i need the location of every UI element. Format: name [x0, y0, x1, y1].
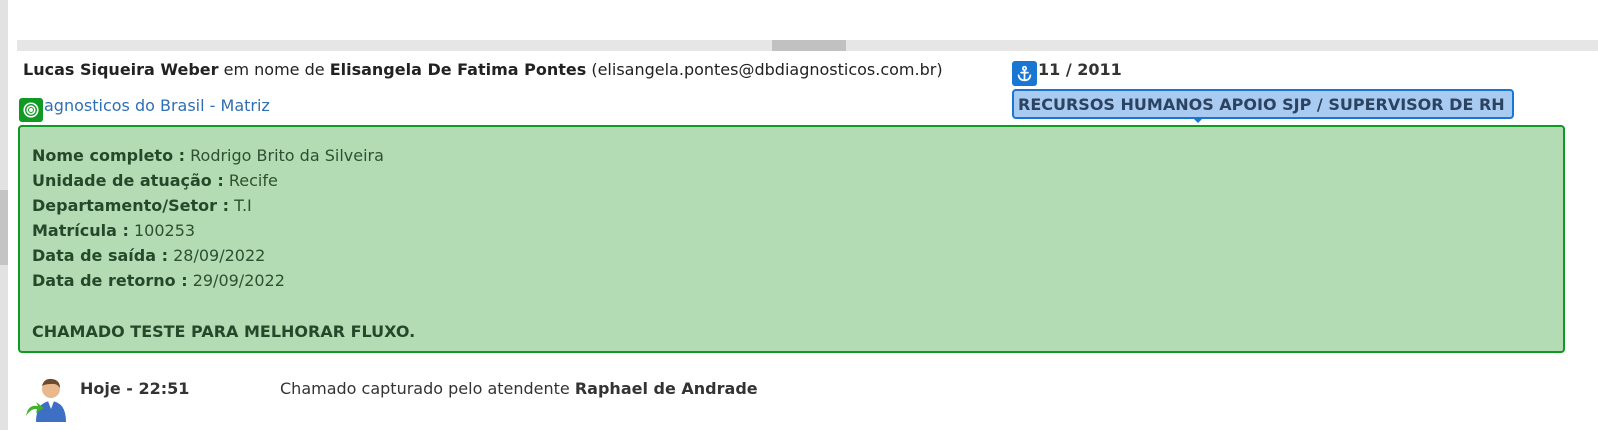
ticket-details-box: Nome completo : Rodrigo Brito da Silveir… [18, 125, 1565, 353]
vertical-scrollbar-thumb[interactable] [0, 190, 8, 265]
detail-departure-date: Data de saída : 28/09/2022 [32, 243, 1551, 268]
detail-label: Unidade de atuação : [32, 171, 224, 190]
beneficiary-email: (elisangela.pontes@dbdiagnosticos.com.br… [591, 60, 943, 79]
beneficiary-name: Elisangela De Fatima Pontes [329, 60, 587, 79]
detail-label: Matrícula : [32, 221, 129, 240]
detail-value: Rodrigo Brito da Silveira [190, 146, 384, 165]
event-description: Chamado capturado pelo atendente [280, 379, 570, 398]
horizontal-scrollbar[interactable] [17, 40, 1598, 51]
user-transfer-icon [24, 376, 70, 422]
detail-value: T.I [234, 196, 252, 215]
detail-value: 29/09/2022 [192, 271, 285, 290]
ticket-date: 11 / 2011 [1038, 60, 1122, 79]
on-behalf-label: em nome de [223, 60, 325, 79]
vertical-scrollbar[interactable] [0, 0, 8, 430]
detail-registration: Matrícula : 100253 [32, 218, 1551, 243]
detail-label: Nome completo : [32, 146, 186, 165]
detail-value: Recife [228, 171, 278, 190]
requester-line: Lucas Siqueira Weber em nome de Elisange… [23, 60, 943, 79]
detail-return-date: Data de retorno : 29/09/2022 [32, 268, 1551, 293]
horizontal-scrollbar-thumb[interactable] [772, 40, 846, 51]
requester-name: Lucas Siqueira Weber [23, 60, 219, 79]
detail-department: Departamento/Setor : T.I [32, 193, 1551, 218]
department-badge-pointer [1192, 117, 1204, 123]
detail-value: 100253 [133, 221, 196, 240]
detail-spacer [32, 293, 1551, 319]
event-agent: Raphael de Andrade [574, 379, 758, 398]
target-icon[interactable] [19, 98, 43, 122]
department-badge: RECURSOS HUMANOS APOIO SJP / SUPERVISOR … [1012, 89, 1514, 119]
detail-label: Data de saída : [32, 246, 168, 265]
detail-label: Departamento/Setor : [32, 196, 229, 215]
anchor-icon[interactable] [1012, 61, 1037, 86]
event-time: Hoje - 22:51 [80, 379, 190, 398]
ticket-description: CHAMADO TESTE PARA MELHORAR FLUXO. [32, 322, 416, 341]
company-link[interactable]: agnosticos do Brasil - Matriz [44, 96, 270, 115]
detail-unit: Unidade de atuação : Recife [32, 168, 1551, 193]
detail-label: Data de retorno : [32, 271, 188, 290]
detail-value: 28/09/2022 [173, 246, 266, 265]
event-text: Chamado capturado pelo atendente Raphael… [280, 379, 758, 398]
detail-full-name: Nome completo : Rodrigo Brito da Silveir… [32, 143, 1551, 168]
